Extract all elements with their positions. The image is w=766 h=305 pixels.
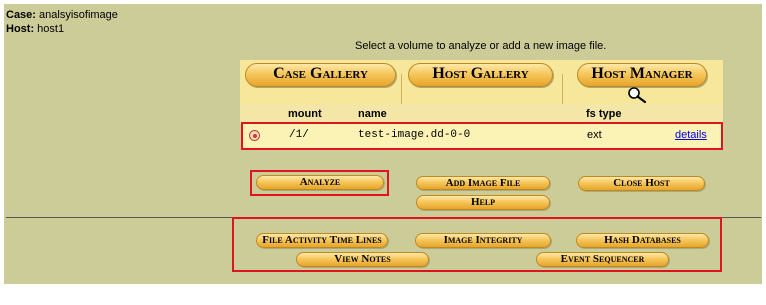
- instruction-text: Select a volume to analyze or add a new …: [355, 40, 607, 52]
- close-host-button[interactable]: Close Host: [578, 176, 705, 191]
- case-line: Case: analsyisofimage: [6, 8, 118, 22]
- host-line: Host: host1: [6, 22, 118, 36]
- highlight-box: [250, 170, 389, 196]
- host-gallery-button[interactable]: Host Gallery: [408, 63, 553, 87]
- tab-divider: [401, 74, 402, 104]
- case-info: Case: analsyisofimage Host: host1: [6, 8, 118, 36]
- case-value: analsyisofimage: [39, 9, 118, 21]
- name-header: name: [358, 108, 387, 120]
- host-value: host1: [37, 23, 65, 35]
- case-gallery-button[interactable]: Case Gallery: [245, 63, 396, 87]
- help-button[interactable]: Help: [416, 195, 550, 210]
- highlight-box: [241, 122, 723, 150]
- highlight-box: [232, 217, 722, 272]
- add-image-file-button[interactable]: Add Image File: [416, 176, 550, 190]
- case-label: Case:: [6, 9, 36, 21]
- fs-type-header: fs type: [586, 108, 622, 120]
- mount-header: mount: [288, 108, 322, 120]
- host-manager-button[interactable]: Host Manager: [577, 63, 707, 87]
- tab-divider: [562, 74, 563, 104]
- magnifier-icon: [628, 87, 647, 104]
- host-label: Host:: [6, 23, 35, 35]
- volume-table-header: mount name fs type: [240, 104, 723, 124]
